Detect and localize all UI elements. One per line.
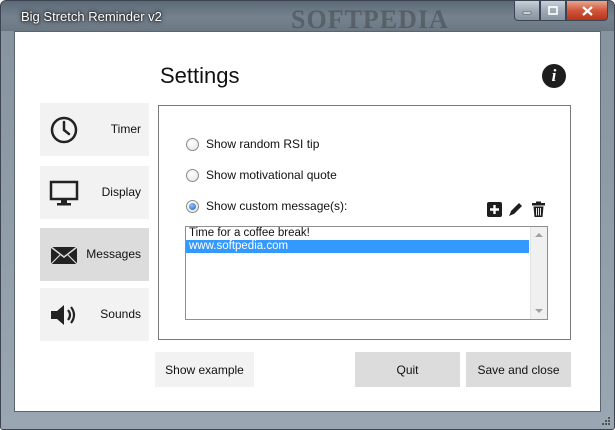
option-label: Show random RSI tip — [206, 137, 320, 151]
sidebar-item-label: Display — [101, 185, 141, 199]
option-random-rsi-tip[interactable]: Show random RSI tip — [186, 137, 319, 151]
maximize-icon — [548, 6, 558, 15]
window-title: Big Stretch Reminder v2 — [21, 9, 162, 24]
radio-button[interactable] — [186, 199, 199, 213]
radio-button[interactable] — [186, 168, 199, 182]
add-icon[interactable] — [486, 201, 503, 218]
clock-icon — [50, 116, 78, 144]
save-and-close-button[interactable]: Save and close — [466, 352, 571, 387]
messages-settings-panel: Show random RSI tip Show motivational qu… — [158, 105, 571, 340]
scroll-down-icon[interactable] — [535, 309, 543, 313]
delete-icon[interactable] — [530, 201, 547, 218]
minimize-button[interactable] — [514, 1, 540, 21]
radio-button[interactable] — [186, 137, 199, 151]
show-example-button[interactable]: Show example — [155, 352, 254, 387]
sidebar-item-label: Messages — [86, 247, 141, 261]
scroll-up-icon[interactable] — [535, 233, 543, 237]
sidebar-item-timer[interactable]: Timer — [40, 103, 149, 156]
list-item[interactable]: Time for a coffee break! — [186, 227, 529, 240]
quit-button[interactable]: Quit — [355, 352, 460, 387]
sidebar-item-messages[interactable]: Messages — [40, 228, 149, 281]
sidebar-item-sounds[interactable]: Sounds — [40, 288, 149, 341]
minimize-icon — [522, 11, 532, 14]
sidebar-item-label: Timer — [110, 122, 141, 136]
monitor-icon — [49, 180, 79, 206]
info-icon[interactable]: i — [542, 64, 566, 88]
maximize-button[interactable] — [540, 1, 566, 21]
sidebar-item-display[interactable]: Display — [40, 166, 149, 219]
option-label: Show motivational quote — [206, 168, 337, 182]
close-button[interactable] — [566, 1, 608, 21]
edit-icon[interactable] — [507, 201, 524, 218]
option-motivational-quote[interactable]: Show motivational quote — [186, 168, 337, 182]
sidebar-item-label: Sounds — [100, 307, 141, 321]
title-bar[interactable]: Big Stretch Reminder v2 SOFTPEDIA — [1, 1, 614, 34]
settings-dialog: Settings i Timer Display Messages Sounds… — [14, 31, 601, 412]
custom-messages-list[interactable]: Time for a coffee break! www.softpedia.c… — [185, 226, 548, 320]
option-custom-messages[interactable]: Show custom message(s): — [186, 199, 347, 213]
resize-grip-icon[interactable] — [601, 416, 611, 426]
close-icon — [581, 5, 593, 16]
speaker-icon — [51, 305, 76, 325]
list-item[interactable]: www.softpedia.com — [186, 240, 529, 253]
option-label: Show custom message(s): — [206, 199, 348, 213]
envelope-icon — [50, 246, 78, 265]
scrollbar[interactable] — [530, 227, 547, 319]
app-window: Big Stretch Reminder v2 SOFTPEDIA Settin… — [0, 0, 615, 430]
page-title: Settings — [160, 63, 240, 88]
window-controls — [514, 1, 608, 21]
